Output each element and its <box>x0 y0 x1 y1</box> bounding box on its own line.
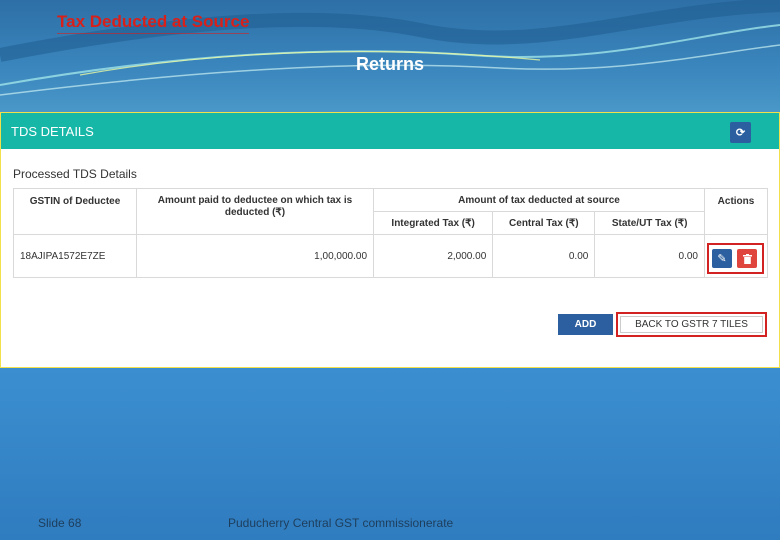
panel-title: TDS DETAILS <box>11 124 94 139</box>
delete-button[interactable] <box>737 249 757 268</box>
section-heading: Returns <box>355 54 424 74</box>
tds-table: GSTIN of Deductee Amount paid to deducte… <box>13 188 768 278</box>
cell-central-tax: 0.00 <box>492 234 596 278</box>
column-header-amount-paid: Amount paid to deductee on which tax is … <box>136 188 374 235</box>
column-header-state-tax: State/UT Tax (₹) <box>594 211 705 235</box>
column-header-central-tax: Central Tax (₹) <box>492 211 596 235</box>
back-to-gstr7-tiles-button[interactable]: BACK TO GSTR 7 TILES <box>620 316 763 333</box>
cell-amount-paid: 1,00,000.00 <box>136 234 374 278</box>
back-button-highlight: BACK TO GSTR 7 TILES <box>616 312 767 337</box>
slide-title: Tax Deducted at Source <box>57 12 250 34</box>
slide-footer-background <box>0 368 780 540</box>
slide-number: Slide 68 <box>38 516 82 530</box>
edit-button[interactable]: ✎ <box>712 249 732 268</box>
processed-tds-heading: Processed TDS Details <box>13 167 137 181</box>
panel-header: TDS DETAILS ⟳ <box>1 113 779 149</box>
column-header-gstin: GSTIN of Deductee <box>13 188 137 235</box>
refresh-button[interactable]: ⟳ <box>730 122 751 143</box>
column-header-actions: Actions <box>704 188 768 235</box>
add-button[interactable]: ADD <box>558 314 613 335</box>
cell-integrated-tax: 2,000.00 <box>372 234 494 278</box>
cell-state-tax: 0.00 <box>594 234 705 278</box>
column-header-tax-group: Amount of tax deducted at source <box>373 188 705 212</box>
cell-gstin: 18AJIPA1572E7ZE <box>13 234 137 278</box>
trash-icon <box>742 253 752 264</box>
table-row: 18AJIPA1572E7ZE 1,00,000.00 2,000.00 0.0… <box>13 234 768 278</box>
pencil-icon: ✎ <box>717 253 727 265</box>
footer-organization: Puducherry Central GST commissionerate <box>228 516 454 530</box>
row-actions-highlight: ✎ <box>707 243 764 274</box>
column-header-integrated-tax: Integrated Tax (₹) <box>372 211 494 235</box>
table-header-row: GSTIN of Deductee Amount paid to deducte… <box>13 188 768 235</box>
tds-details-panel: TDS DETAILS ⟳ Processed TDS Details GSTI… <box>0 112 780 368</box>
refresh-icon: ⟳ <box>735 127 746 139</box>
